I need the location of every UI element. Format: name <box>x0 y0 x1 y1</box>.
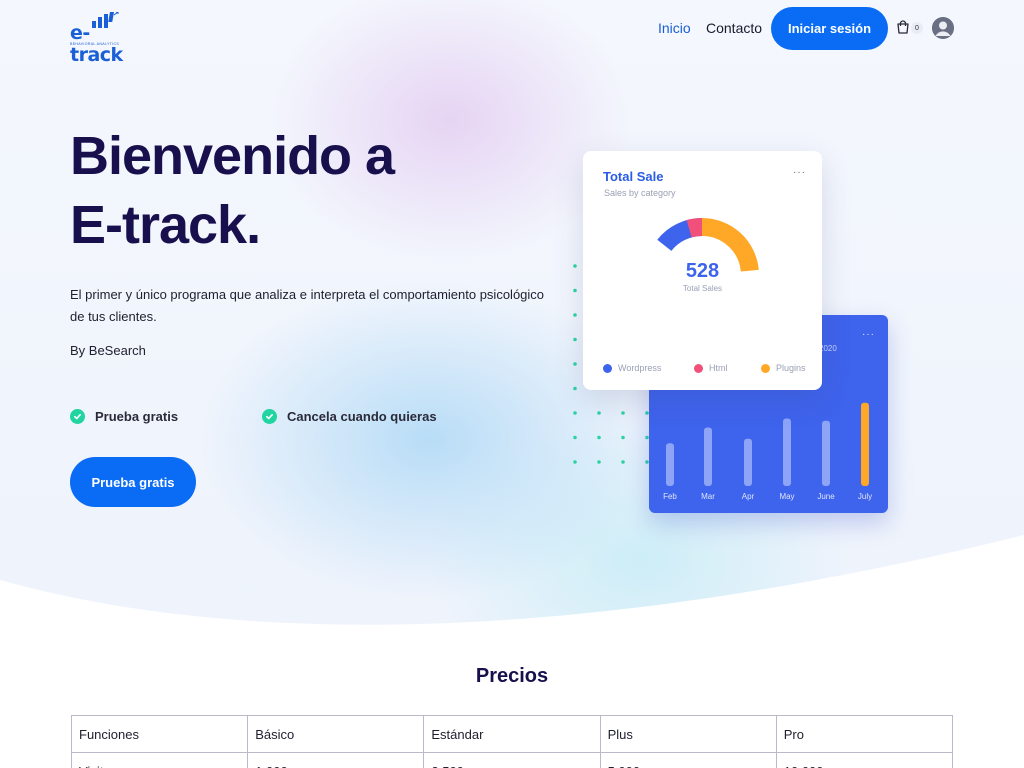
decor-dot <box>573 460 577 464</box>
nav-item-contacto[interactable]: Contacto <box>706 20 762 36</box>
table-header-cell: Estándar <box>423 715 601 753</box>
table-cell: 10.000 <box>775 752 954 768</box>
bar-label-mar: Mar <box>701 492 715 501</box>
bar-may <box>783 418 791 486</box>
pricing-table: Funciones Básico Estándar Plus Pro Visit… <box>70 715 954 768</box>
hero-title: Bienvenido a E-track. <box>70 122 550 260</box>
feature-label: Cancela cuando quieras <box>287 409 437 424</box>
feature-cancel-anytime: Cancela cuando quieras <box>262 409 437 424</box>
bar-mar <box>704 427 712 486</box>
table-cell: 5.000 <box>599 752 777 768</box>
legend-dot <box>603 363 612 373</box>
feature-free-trial: Prueba gratis <box>70 409 178 424</box>
hero-title-line1: Bienvenido a <box>70 126 395 186</box>
table-row: Visitas 1.000 2.500 5.000 10.000 <box>70 752 954 768</box>
legend-dot <box>694 363 703 373</box>
bar-label-july: July <box>858 492 872 501</box>
decor-dot <box>621 435 625 440</box>
table-cell: 2.500 <box>423 752 601 768</box>
decor-dot <box>621 411 625 415</box>
decor-dot <box>573 264 577 268</box>
table-header-cell: Funciones <box>70 715 249 753</box>
login-button[interactable]: Iniciar sesión <box>771 7 888 50</box>
logo-tagline: BEHAVIORAL ANALYTICS <box>70 42 120 46</box>
legend-dot <box>761 363 770 373</box>
legend-label: Plugins <box>776 363 806 373</box>
table-header-cell: Plus <box>599 715 777 753</box>
check-circle-icon <box>70 409 85 424</box>
legend-item-wordpress: Wordpress <box>603 363 661 373</box>
donut-center-value: 528 <box>685 260 720 282</box>
decor-dot <box>573 313 577 317</box>
decor-dot <box>597 460 601 464</box>
decor-dot <box>573 435 577 440</box>
bar-label-may: May <box>779 492 794 501</box>
decor-dot <box>597 411 601 415</box>
decor-dot <box>573 288 577 293</box>
hero-description: El primer y único programa que analiza e… <box>70 287 545 324</box>
bar-apr <box>744 438 752 486</box>
decor-dot <box>573 337 577 342</box>
legend-item-plugins: Plugins <box>761 363 806 373</box>
bar-label-june: June <box>817 492 835 501</box>
decor-dot <box>573 411 577 415</box>
table-header-cell: Básico <box>247 715 425 753</box>
decor-dot <box>573 362 577 366</box>
shopping-bag-icon[interactable] <box>895 19 911 35</box>
hero-wave-divider <box>0 535 1024 660</box>
decor-dot <box>573 386 577 391</box>
legend-label: Wordpress <box>618 363 662 373</box>
table-header-cell: Pro <box>775 715 954 753</box>
cart-count-badge: 0 <box>911 22 923 34</box>
legend-label: Html <box>709 363 728 373</box>
free-trial-button[interactable]: Prueba gratis <box>70 457 196 507</box>
nav-item-inicio[interactable]: Inicio <box>658 20 691 36</box>
hero-title-line2: E-track. <box>70 195 261 255</box>
table-header-row: Funciones Básico Estándar Plus Pro <box>70 715 954 753</box>
bar-july <box>861 402 869 486</box>
legend-item-html: Html <box>694 363 728 373</box>
decor-dot <box>621 460 625 464</box>
user-avatar-icon[interactable] <box>932 17 954 39</box>
site-header: e-track BEHAVIORAL ANALYTICS Inicio Cont… <box>0 0 1024 66</box>
bar-feb <box>666 443 674 486</box>
table-cell: 1.000 <box>247 752 425 768</box>
donut-chart-card: Total Sale Sales by category ··· 528 Tot… <box>583 151 822 390</box>
bar-label-feb: Feb <box>663 492 677 501</box>
donut-center-label: Total Sales <box>682 284 723 293</box>
table-cell: Visitas <box>70 752 249 768</box>
decor-dot <box>597 435 601 440</box>
brand-logo[interactable]: e-track BEHAVIORAL ANALYTICS <box>70 12 130 66</box>
bar-label-apr: Apr <box>742 492 755 501</box>
feature-label: Prueba gratis <box>95 409 179 424</box>
bar-june <box>822 420 830 486</box>
hero-byline: By BeSearch <box>70 343 146 358</box>
pricing-title: Precios <box>475 665 549 687</box>
check-circle-icon <box>262 409 277 424</box>
